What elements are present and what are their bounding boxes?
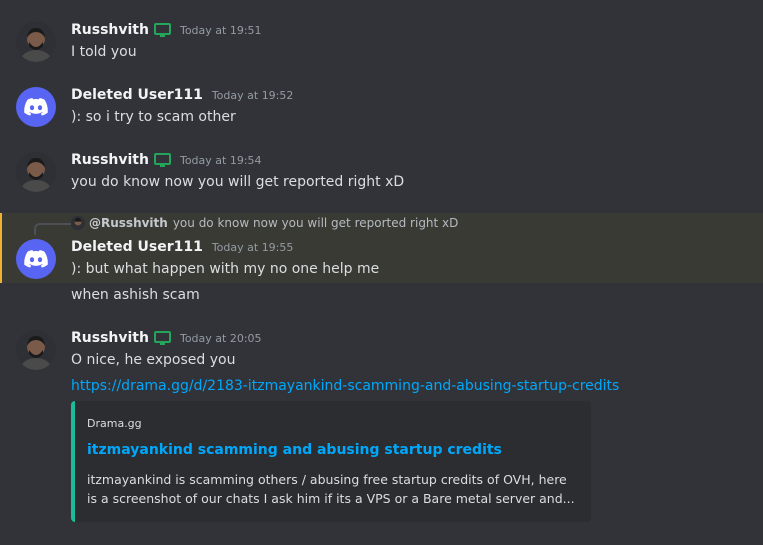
timestamp[interactable]: Today at 19:51	[180, 24, 262, 37]
message-text: you do know now you will get reported ri…	[71, 174, 405, 190]
user-avatar[interactable]	[16, 152, 56, 192]
reply-text[interactable]: you do know now you will get reported ri…	[173, 216, 459, 230]
message-header: Russhvith Today at 19:54	[71, 152, 262, 168]
message-header: Deleted User111 Today at 19:55	[71, 239, 293, 255]
user-avatar-photo	[16, 22, 56, 62]
user-avatar-photo	[71, 216, 85, 230]
desktop-icon	[153, 22, 171, 37]
message-text: ): so i try to scam other	[71, 109, 236, 125]
message-text: ): but what happen with my no one help m…	[71, 261, 380, 277]
username[interactable]: Russhvith	[71, 22, 149, 38]
message-text: O nice, he exposed you	[71, 352, 236, 368]
desktop-icon	[153, 330, 171, 345]
embed-site-name: Drama.gg	[87, 417, 142, 430]
embed-title-link[interactable]: itzmayankind scamming and abusing startu…	[87, 442, 502, 458]
discord-logo-icon	[24, 250, 48, 268]
message-header: Russhvith Today at 19:51	[71, 22, 262, 38]
username[interactable]: Deleted User111	[71, 239, 203, 255]
user-avatar[interactable]	[16, 330, 56, 370]
discord-avatar[interactable]	[16, 87, 56, 127]
timestamp[interactable]: Today at 20:05	[180, 332, 262, 345]
discord-avatar[interactable]	[16, 239, 56, 279]
username[interactable]: Russhvith	[71, 152, 149, 168]
message-text: when ashish scam	[71, 287, 200, 303]
user-avatar-photo	[16, 330, 56, 370]
discord-logo-icon	[24, 98, 48, 116]
embed-description: itzmayankind is scamming others / abusin…	[87, 472, 575, 506]
username[interactable]: Deleted User111	[71, 87, 203, 103]
username[interactable]: Russhvith	[71, 330, 149, 346]
timestamp[interactable]: Today at 19:52	[212, 89, 294, 102]
link-embed: Drama.gg itzmayankind scamming and abusi…	[71, 401, 591, 522]
reply-author[interactable]: @Russhvith	[89, 216, 168, 230]
message-link[interactable]: https://drama.gg/d/2183-itzmayankind-sca…	[71, 378, 619, 394]
timestamp[interactable]: Today at 19:54	[180, 154, 262, 167]
user-avatar[interactable]	[16, 22, 56, 62]
desktop-icon	[153, 152, 171, 167]
message-header: Deleted User111 Today at 19:52	[71, 87, 293, 103]
reply-avatar	[71, 216, 85, 230]
timestamp[interactable]: Today at 19:55	[212, 241, 294, 254]
user-avatar-photo	[16, 152, 56, 192]
reply-connector	[34, 223, 72, 235]
message-header: Russhvith Today at 20:05	[71, 330, 262, 346]
reply-reference[interactable]: @Russhvith you do know now you will get …	[71, 216, 458, 230]
message-text: I told you	[71, 44, 137, 60]
